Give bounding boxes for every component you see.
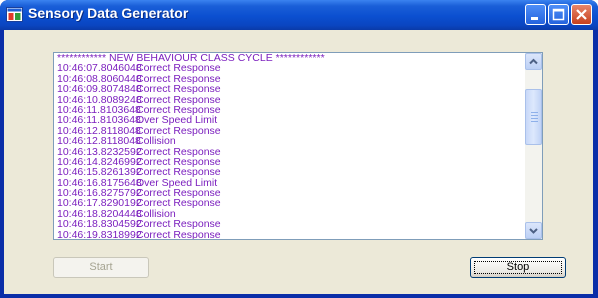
minimize-button[interactable] [525, 4, 546, 25]
stop-button[interactable]: Stop [470, 257, 566, 278]
log-entry-time: 10:46:19.8318992 [57, 228, 142, 240]
close-icon [576, 9, 587, 20]
client-area: ************ NEW BEHAVIOUR CLASS CYCLE *… [4, 30, 593, 294]
scroll-down-button[interactable] [525, 222, 542, 239]
maximize-button[interactable] [548, 4, 569, 25]
title-bar[interactable]: Sensory Data Generator [0, 0, 598, 30]
app-icon [6, 7, 23, 22]
log-lines: ************ NEW BEHAVIOUR CLASS CYCLE *… [57, 53, 521, 240]
log-entry-message: Correct Response [136, 228, 221, 240]
vertical-scrollbar[interactable] [525, 53, 542, 239]
log-entry[interactable]: 10:46:12.8118048Collision [57, 135, 521, 148]
scroll-up-icon [529, 58, 538, 65]
window-title: Sensory Data Generator [28, 5, 189, 21]
minimize-icon [531, 17, 538, 20]
log-entry-time: 10:46:12.8118048 [57, 135, 141, 148]
scroll-up-button[interactable] [525, 53, 542, 70]
app-window: Sensory Data Generator ************ NEW … [0, 0, 598, 298]
scroll-down-icon [529, 228, 538, 234]
start-button[interactable]: Start [53, 257, 149, 278]
log-entry[interactable]: 10:46:19.8318992Correct Response [57, 228, 521, 240]
log-listbox[interactable]: ************ NEW BEHAVIOUR CLASS CYCLE *… [53, 52, 543, 240]
close-button[interactable] [571, 4, 592, 25]
maximize-icon [552, 8, 565, 21]
scroll-thumb[interactable] [525, 89, 542, 145]
log-entry[interactable]: 10:46:09.8074848Correct Response [57, 84, 521, 95]
